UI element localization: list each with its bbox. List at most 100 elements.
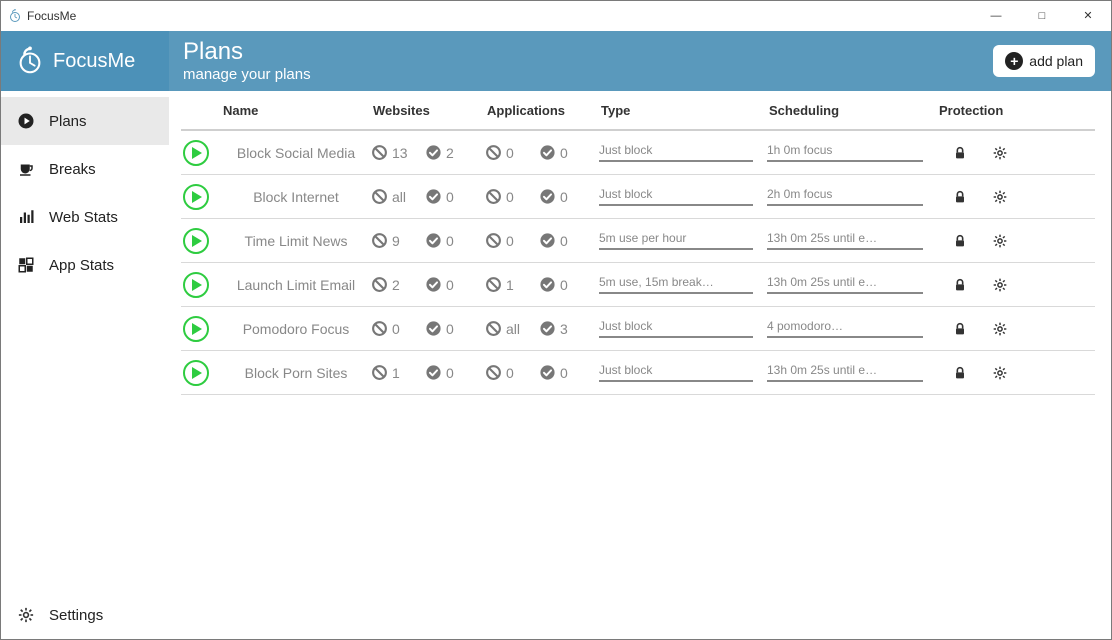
lock-icon: [952, 233, 968, 249]
lock-icon: [952, 189, 968, 205]
apps-blocked: 1: [485, 276, 539, 293]
protection-lock-button[interactable]: [937, 189, 983, 205]
col-type: Type: [599, 103, 767, 118]
block-icon: [371, 144, 388, 161]
gear-icon: [17, 606, 35, 624]
table-row: Block Internetall000Just block2h 0m focu…: [181, 175, 1095, 219]
plan-settings-button[interactable]: [983, 189, 1017, 205]
block-icon: [371, 188, 388, 205]
block-icon: [485, 276, 502, 293]
plan-scheduling: 4 pomodoro…: [767, 319, 937, 338]
check-icon: [425, 188, 442, 205]
check-icon: [425, 364, 442, 381]
gear-icon: [992, 321, 1008, 337]
plan-type: Just block: [599, 363, 767, 382]
plan-settings-button[interactable]: [983, 145, 1017, 161]
page-subtitle: manage your plans: [183, 66, 311, 83]
col-applications: Applications: [485, 103, 599, 118]
brand-name: FocusMe: [53, 50, 135, 73]
sidebar: FocusMe Plans BreaksWeb Stats App Stats Se…: [1, 31, 169, 639]
lock-icon: [952, 321, 968, 337]
col-protection: Protection: [937, 103, 1017, 118]
plan-settings-button[interactable]: [983, 233, 1017, 249]
plan-type: Just block: [599, 143, 767, 162]
play-button[interactable]: [183, 228, 209, 254]
window-maximize-button[interactable]: □: [1019, 1, 1065, 31]
websites-allowed: 0: [425, 364, 485, 381]
page-title: Plans: [183, 40, 311, 64]
plan-scheduling: 13h 0m 25s until e…: [767, 363, 937, 382]
gear-icon: [992, 365, 1008, 381]
apps-allowed: 0: [539, 232, 599, 249]
plan-name: Block Porn Sites: [221, 365, 371, 381]
play-button[interactable]: [183, 360, 209, 386]
plan-scheduling: 13h 0m 25s until e…: [767, 231, 937, 250]
plan-scheduling: 2h 0m focus: [767, 187, 937, 206]
window-title: FocusMe: [27, 9, 76, 23]
plan-settings-button[interactable]: [983, 365, 1017, 381]
protection-lock-button[interactable]: [937, 277, 983, 293]
protection-lock-button[interactable]: [937, 365, 983, 381]
play-button[interactable]: [183, 184, 209, 210]
sidebar-item-label: App Stats: [49, 257, 114, 274]
block-icon: [485, 320, 502, 337]
play-button[interactable]: [183, 316, 209, 342]
sidebar-item-web-stats[interactable]: Web Stats: [1, 193, 169, 241]
protection-lock-button[interactable]: [937, 233, 983, 249]
play-button[interactable]: [183, 272, 209, 298]
plan-settings-button[interactable]: [983, 321, 1017, 337]
websites-blocked: 9: [371, 232, 425, 249]
sidebar-item-plans[interactable]: Plans: [1, 97, 169, 145]
apps-blocked: 0: [485, 188, 539, 205]
lock-icon: [952, 277, 968, 293]
websites-allowed: 0: [425, 320, 485, 337]
window-minimize-button[interactable]: —: [973, 1, 1019, 31]
check-icon: [539, 276, 556, 293]
apps-allowed: 0: [539, 188, 599, 205]
table-row: Launch Limit Email20105m use, 15m break……: [181, 263, 1095, 307]
block-icon: [485, 188, 502, 205]
apps-blocked: 0: [485, 232, 539, 249]
lock-icon: [952, 365, 968, 381]
check-icon: [539, 364, 556, 381]
plan-name: Pomodoro Focus: [221, 321, 371, 337]
plan-type: 5m use per hour: [599, 231, 767, 250]
block-icon: [485, 232, 502, 249]
main-area: Plans manage your plans + add plan Name …: [169, 31, 1111, 639]
protection-lock-button[interactable]: [937, 145, 983, 161]
app-logo-icon: [7, 8, 23, 24]
block-icon: [371, 364, 388, 381]
apps-allowed: 0: [539, 144, 599, 161]
brand-header: FocusMe: [1, 31, 169, 91]
sidebar-item-app-stats[interactable]: App Stats: [1, 241, 169, 289]
websites-allowed: 0: [425, 232, 485, 249]
page-header: Plans manage your plans + add plan: [169, 31, 1111, 91]
col-websites: Websites: [371, 103, 485, 118]
block-icon: [371, 232, 388, 249]
add-plan-label: add plan: [1029, 53, 1083, 69]
sidebar-item-breaks[interactable]: Breaks: [1, 145, 169, 193]
gear-icon: [992, 277, 1008, 293]
sidebar-item-label: Plans: [49, 113, 87, 130]
apps-allowed: 3: [539, 320, 599, 337]
add-plan-button[interactable]: + add plan: [993, 45, 1095, 77]
table-row: Pomodoro Focus00all3Just block4 pomodoro…: [181, 307, 1095, 351]
col-name: Name: [221, 103, 371, 118]
plan-name: Block Social Media: [221, 145, 371, 161]
plan-settings-button[interactable]: [983, 277, 1017, 293]
window-close-button[interactable]: ✕: [1065, 1, 1111, 31]
play-button[interactable]: [183, 140, 209, 166]
table-row: Block Social Media13200Just block1h 0m f…: [181, 131, 1095, 175]
plan-name: Launch Limit Email: [221, 277, 371, 293]
cup-icon: [17, 160, 35, 178]
websites-blocked: all: [371, 188, 425, 205]
plan-name: Block Internet: [221, 189, 371, 205]
websites-allowed: 0: [425, 276, 485, 293]
protection-lock-button[interactable]: [937, 321, 983, 337]
check-icon: [539, 188, 556, 205]
table-row: Time Limit News90005m use per hour13h 0m…: [181, 219, 1095, 263]
sidebar-item-settings[interactable]: Settings: [1, 591, 169, 639]
bar-chart-icon: [17, 208, 35, 226]
plus-icon: +: [1005, 52, 1023, 70]
check-icon: [425, 276, 442, 293]
